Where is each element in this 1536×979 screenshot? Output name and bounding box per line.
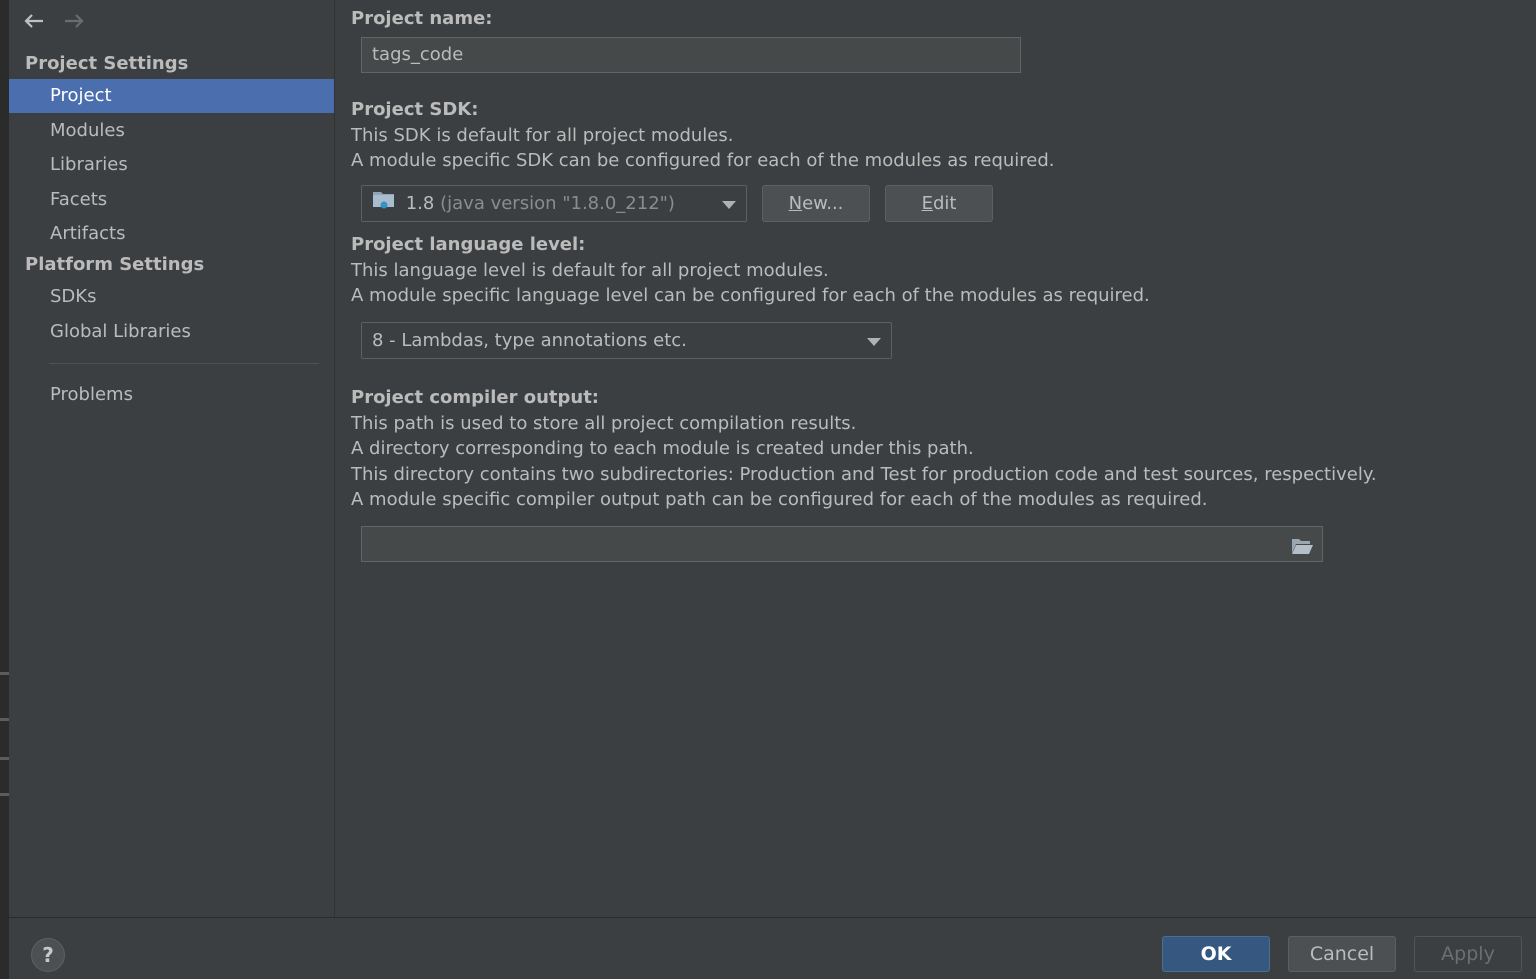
dialog-footer: ? OK Cancel Apply — [9, 917, 1536, 979]
edit-sdk-button[interactable]: Edit — [885, 185, 993, 222]
navigation-arrows — [21, 8, 87, 34]
compiler-output-label: Project compiler output: — [351, 387, 600, 408]
new-sdk-button-label: ew... — [802, 193, 844, 214]
edge-tick — [0, 672, 9, 675]
platform-settings-header: Platform Settings — [25, 254, 205, 275]
back-arrow-icon[interactable] — [21, 8, 47, 34]
project-name-input[interactable]: tags_code — [361, 37, 1021, 73]
project-settings-panel: Project name: tags_code Project SDK: Thi… — [336, 0, 1536, 917]
sidebar-item-sdks[interactable]: SDKs — [9, 280, 334, 314]
compiler-output-desc-3: This directory contains two subdirectori… — [351, 464, 1377, 485]
edge-tick — [0, 757, 9, 760]
browse-folder-icon[interactable] — [1290, 534, 1314, 554]
ok-button[interactable]: OK — [1162, 936, 1270, 972]
compiler-output-path-input[interactable] — [361, 526, 1323, 562]
sidebar-item-modules[interactable]: Modules — [9, 114, 334, 148]
forward-arrow-icon[interactable] — [61, 8, 87, 34]
sidebar-item-artifacts[interactable]: Artifacts — [9, 217, 334, 251]
apply-button[interactable]: Apply — [1414, 936, 1522, 972]
edit-sdk-button-label: dit — [932, 193, 957, 214]
chevron-down-icon — [867, 338, 881, 346]
chevron-down-icon — [722, 201, 736, 209]
project-sdk-desc-2: A module specific SDK can be configured … — [351, 150, 1055, 171]
sidebar-item-global-libraries[interactable]: Global Libraries — [9, 315, 334, 349]
language-level-dropdown[interactable]: 8 - Lambdas, type annotations etc. — [361, 322, 892, 359]
language-level-value: 8 - Lambdas, type annotations etc. — [372, 330, 687, 351]
sidebar-item-project[interactable]: Project — [9, 79, 334, 113]
sdk-folder-icon — [372, 187, 396, 222]
sidebar-item-facets[interactable]: Facets — [9, 183, 334, 217]
help-button[interactable]: ? — [31, 938, 65, 972]
project-sdk-desc-1: This SDK is default for all project modu… — [351, 125, 734, 146]
edge-tick — [0, 793, 9, 796]
compiler-output-desc-1: This path is used to store all project c… — [351, 413, 857, 434]
sidebar-item-libraries[interactable]: Libraries — [9, 148, 334, 182]
language-level-desc-1: This language level is default for all p… — [351, 260, 829, 281]
new-sdk-button-mnemonic: N — [788, 193, 803, 214]
edit-sdk-button-mnemonic: E — [921, 193, 933, 214]
language-level-label: Project language level: — [351, 234, 586, 255]
project-name-label: Project name: — [351, 8, 493, 29]
sdk-version-detail: (java version "1.8.0_212") — [440, 193, 675, 214]
compiler-output-desc-4: A module specific compiler output path c… — [351, 489, 1208, 510]
settings-sidebar: Project Settings Project Modules Librari… — [9, 0, 335, 917]
new-sdk-button[interactable]: New... — [762, 185, 870, 222]
compiler-output-desc-2: A directory corresponding to each module… — [351, 438, 974, 459]
project-sdk-label: Project SDK: — [351, 99, 479, 120]
sidebar-divider — [49, 363, 319, 364]
cancel-button[interactable]: Cancel — [1288, 936, 1396, 972]
project-settings-header: Project Settings — [25, 53, 189, 74]
project-sdk-dropdown[interactable]: 1.8 (java version "1.8.0_212") — [361, 185, 747, 222]
window-edge — [0, 0, 9, 979]
sidebar-item-problems[interactable]: Problems — [9, 378, 334, 412]
language-level-desc-2: A module specific language level can be … — [351, 285, 1150, 306]
edge-tick — [0, 718, 9, 721]
sdk-version: 1.8 — [405, 193, 435, 214]
